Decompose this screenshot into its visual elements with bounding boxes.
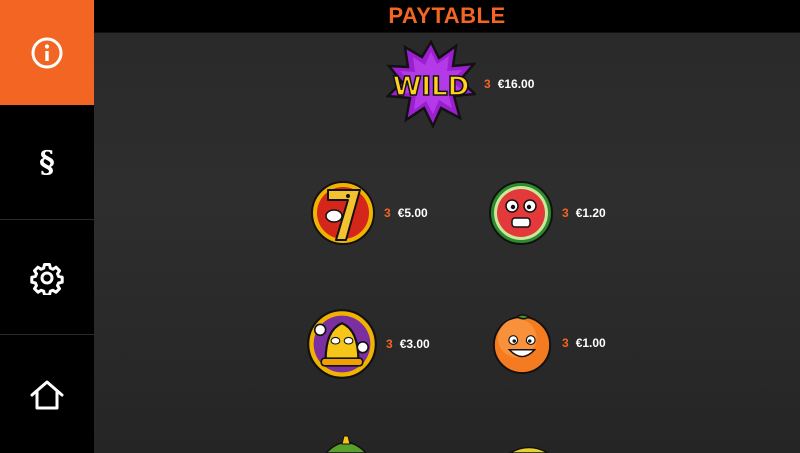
orange-count: 3 xyxy=(562,336,569,350)
sidebar-item-rules[interactable]: § xyxy=(0,105,94,220)
partial-symbol-icon xyxy=(508,446,550,453)
orange-symbol-icon xyxy=(492,314,552,375)
paytable-entry-bell: 3 €3.00 xyxy=(306,308,430,380)
page-title: PAYTABLE xyxy=(388,3,506,28)
sidebar-item-info[interactable] xyxy=(0,0,94,105)
wild-payout: €16.00 xyxy=(497,77,535,91)
watermelon-count: 3 xyxy=(562,206,569,220)
watermelon-symbol-icon xyxy=(489,181,553,245)
paytable-entry-orange: 3 €1.00 xyxy=(490,311,606,375)
paytable-entry-wild: WILD 3 €16.00 xyxy=(386,40,534,128)
gear-icon xyxy=(30,262,64,295)
orange-payout: €1.00 xyxy=(575,336,606,350)
seven-symbol-icon xyxy=(311,181,375,245)
wild-count: 3 xyxy=(484,77,491,91)
seven-count: 3 xyxy=(384,206,391,220)
paytable-entry-seven: 3 €5.00 xyxy=(310,180,428,246)
title-bar: PAYTABLE xyxy=(94,0,800,33)
sidebar-item-home[interactable] xyxy=(0,336,94,453)
bell-payout: €3.00 xyxy=(399,337,430,351)
bell-symbol-icon xyxy=(307,309,377,379)
paytable-panel: PAYTABLE WILD 3 €16.00 3 €5.00 3 €1.20 3… xyxy=(94,0,800,453)
sidebar: § xyxy=(0,0,94,453)
wild-symbol-icon: WILD xyxy=(386,40,476,128)
section-icon: § xyxy=(39,144,55,180)
seven-payout: €5.00 xyxy=(397,206,428,220)
partial-symbol-icon xyxy=(324,435,368,453)
wild-logo-text: WILD xyxy=(393,72,470,102)
watermelon-payout: €1.20 xyxy=(575,206,606,220)
info-icon xyxy=(31,37,63,68)
home-icon xyxy=(30,380,64,409)
bell-count: 3 xyxy=(386,337,393,351)
paytable-entry-watermelon: 3 €1.20 xyxy=(488,180,606,246)
sidebar-item-settings[interactable] xyxy=(0,221,94,335)
